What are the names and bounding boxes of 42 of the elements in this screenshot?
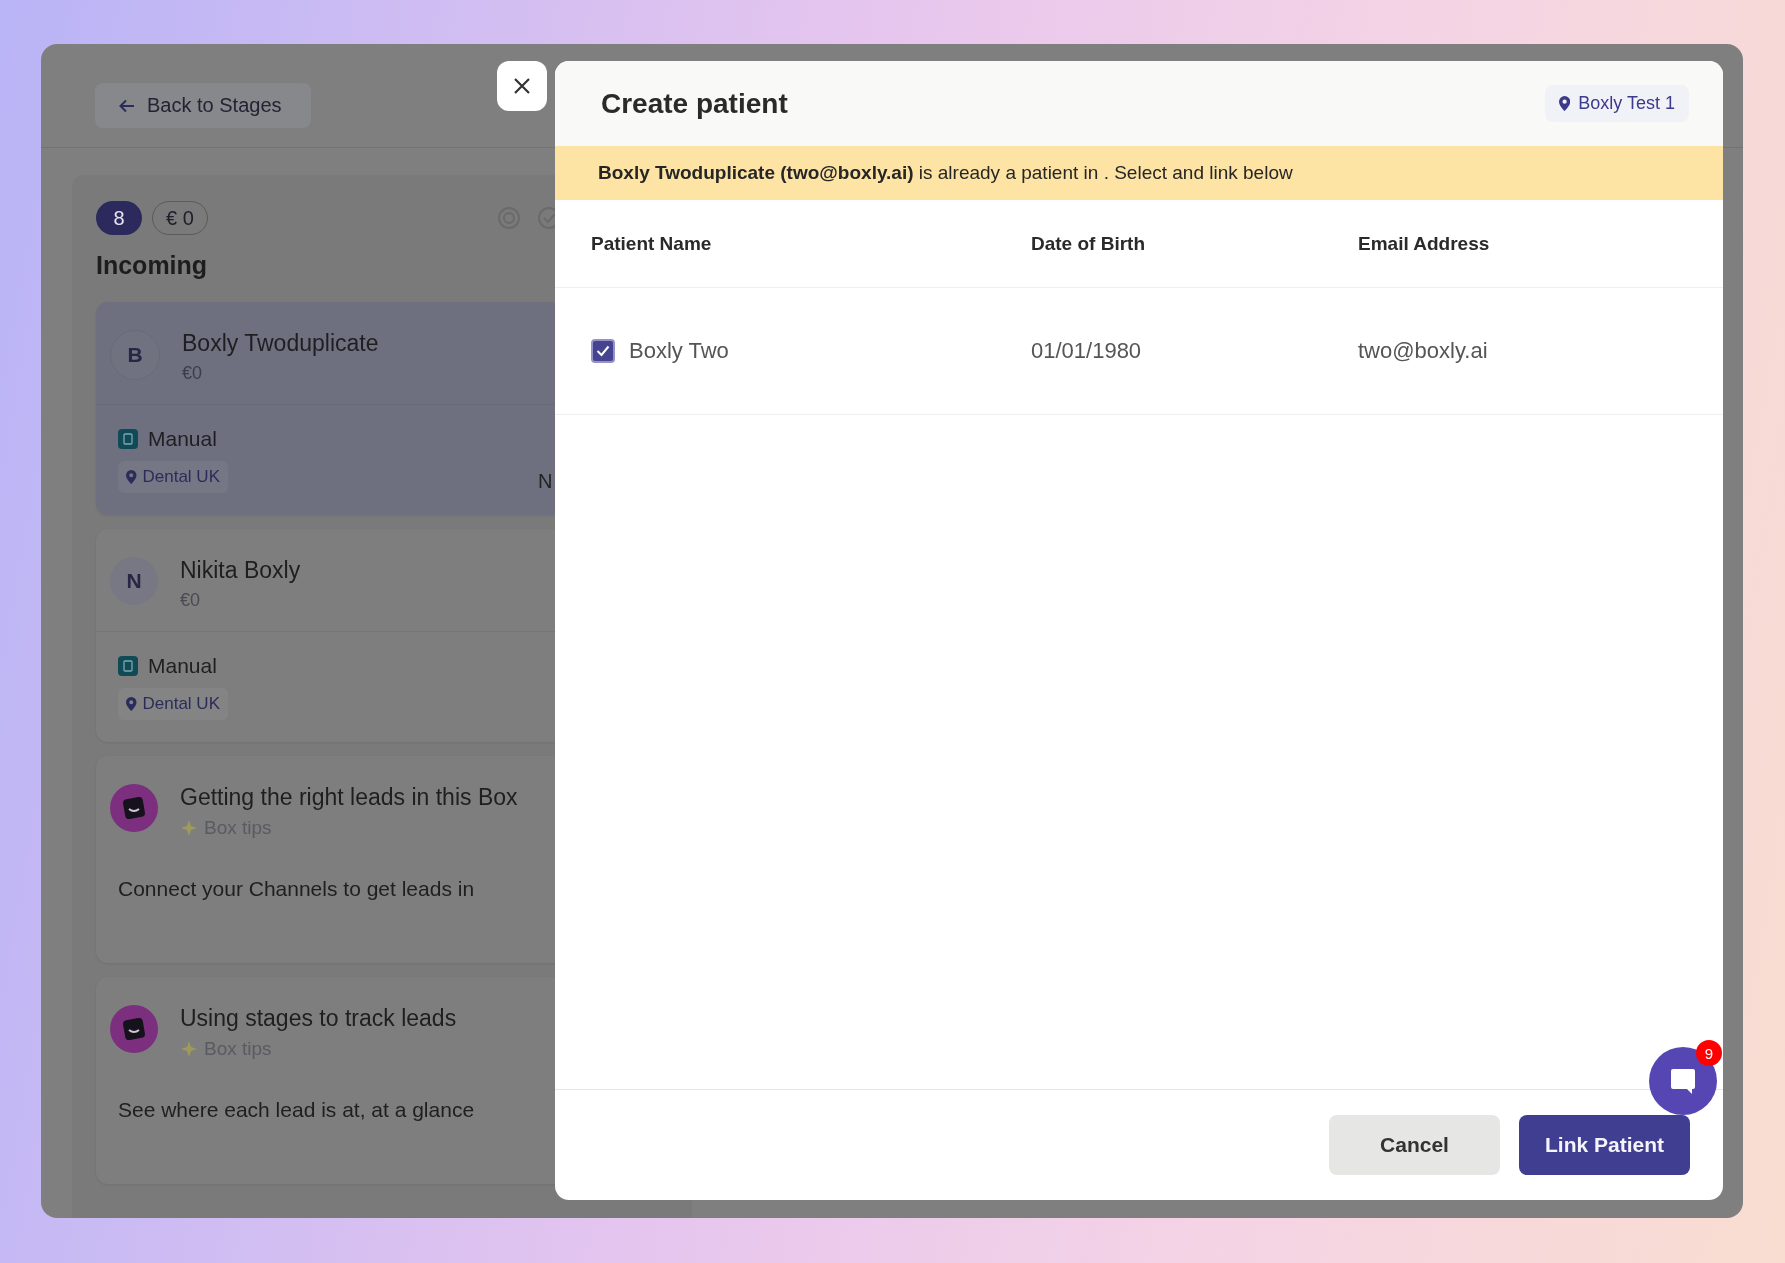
tip-text: Connect your Channels to get leads in bbox=[117, 876, 476, 902]
lead-name: Boxly Twoduplicate bbox=[182, 330, 379, 357]
stage-title: Incoming bbox=[96, 251, 209, 280]
table-cell: two@boxly.ai bbox=[1358, 338, 1488, 364]
lead-name: Nikita Boxly bbox=[180, 557, 301, 584]
column-header: Email Address bbox=[1358, 231, 1491, 256]
location-label: Dental UK bbox=[142, 467, 220, 487]
column-header: Date of Birth bbox=[1031, 231, 1146, 256]
form-icon bbox=[118, 656, 138, 676]
table-cell: 01/01/1980 bbox=[1031, 338, 1142, 364]
column-header: Patient Name bbox=[591, 231, 713, 256]
tip-text: See where each lead is at, at a glance bbox=[117, 1097, 476, 1123]
row-checkbox[interactable] bbox=[591, 339, 615, 363]
tip-title: Getting the right leads in this Box bbox=[180, 784, 518, 811]
sparkle-icon bbox=[180, 1040, 198, 1058]
table-cell: Boxly Two bbox=[629, 338, 729, 364]
close-icon bbox=[512, 76, 532, 96]
cancel-button[interactable]: Cancel bbox=[1329, 1115, 1500, 1175]
box-logo-icon bbox=[110, 784, 158, 832]
close-button[interactable] bbox=[497, 61, 547, 111]
box-logo-icon bbox=[110, 1005, 158, 1053]
location-label: Boxly Test 1 bbox=[1578, 93, 1675, 114]
location-label: Dental UK bbox=[142, 694, 220, 714]
location-pin-icon bbox=[1559, 96, 1571, 111]
chat-bubble-icon bbox=[1668, 1066, 1698, 1096]
source-label: Manual bbox=[148, 427, 217, 451]
tip-title: Using stages to track leads bbox=[180, 1005, 457, 1032]
dialog-title: Create patient bbox=[601, 87, 789, 120]
link-patient-button[interactable]: Link Patient bbox=[1519, 1115, 1690, 1175]
arrow-left-icon bbox=[119, 98, 135, 113]
avatar-initial: B bbox=[110, 330, 160, 380]
location-pin-icon bbox=[126, 697, 137, 711]
check-icon bbox=[596, 345, 610, 357]
sparkle-icon bbox=[180, 819, 198, 837]
back-button[interactable]: Back to Stages bbox=[95, 83, 311, 128]
duplicate-notice: Boxly Twoduplicate (two@boxly.ai) is already a patient in . Select and link below bbox=[555, 146, 1723, 200]
location-pin-icon bbox=[126, 470, 137, 484]
source-label: Manual bbox=[148, 654, 217, 678]
form-icon bbox=[118, 429, 138, 449]
avatar-initial: N bbox=[110, 557, 158, 605]
cut-off-text: N bbox=[538, 470, 553, 493]
count-badge: 8 bbox=[96, 201, 142, 235]
